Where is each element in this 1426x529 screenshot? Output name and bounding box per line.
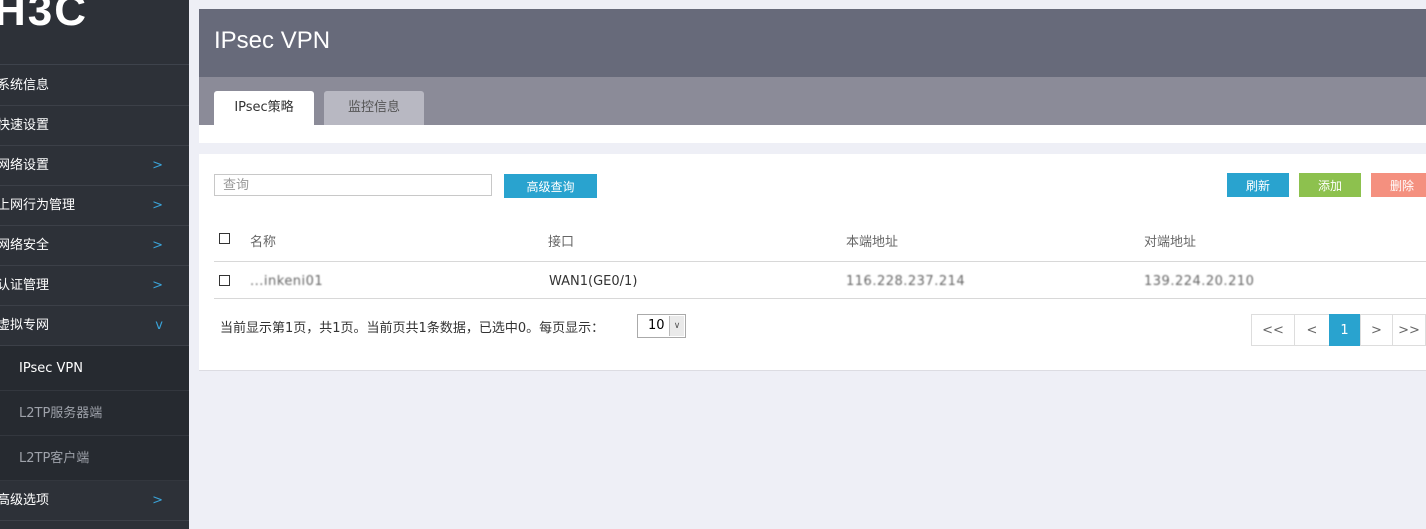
sidebar-subitem-label: L2TP服务器端 <box>19 406 103 421</box>
add-button[interactable]: 添加 <box>1299 173 1361 197</box>
sidebar-item-label: 网络设置 <box>0 158 50 173</box>
sidebar-subitem-l2tp-server[interactable]: L2TP服务器端 <box>0 391 189 436</box>
pagination-summary: 当前显示第1页，共1页。当前页共1条数据，已选中0。每页显示： <box>220 321 605 336</box>
prev-page-button[interactable]: < <box>1294 314 1330 346</box>
refresh-button[interactable]: 刷新 <box>1227 173 1289 197</box>
ipsec-policy-panel: 高级查询 刷新 添加 删除 名称 接口 本端地址 对端地址 ...inkeni0… <box>199 154 1426 371</box>
h3c-logo: H3C <box>0 0 89 35</box>
page-size-value: 10 <box>648 318 665 333</box>
sidebar-subitem-ipsec-vpn[interactable]: IPsec VPN <box>0 346 189 391</box>
next-page-button[interactable]: > <box>1360 314 1393 346</box>
chevron-down-icon: v <box>155 318 163 333</box>
column-header-local-address[interactable]: 本端地址 <box>846 231 898 250</box>
cell-name: ...inkeni01 <box>250 274 324 289</box>
column-header-peer-address[interactable]: 对端地址 <box>1144 231 1196 250</box>
sidebar-item-quick-setup[interactable]: 快速设置 <box>0 106 189 146</box>
search-input[interactable] <box>214 174 492 196</box>
chevron-right-icon: > <box>152 198 163 213</box>
page-size-select[interactable]: 10 ∨ <box>637 314 686 338</box>
chevron-right-icon: > <box>152 238 163 253</box>
advanced-query-button[interactable]: 高级查询 <box>504 174 597 198</box>
last-page-button[interactable]: >> <box>1392 314 1426 346</box>
table-header-divider <box>214 261 1426 262</box>
select-all-checkbox[interactable] <box>219 233 230 244</box>
cell-peer-address: 139.224.20.210 <box>1144 274 1255 289</box>
sidebar: H3C 系统信息 快速设置 网络设置 > 上网行为管理 > 网络安全 > 认证管… <box>0 0 189 529</box>
tab-monitor-info[interactable]: 监控信息 <box>324 91 424 125</box>
cell-local-address: 116.228.237.214 <box>846 274 966 289</box>
first-page-button[interactable]: << <box>1251 314 1295 346</box>
chevron-right-icon: > <box>152 278 163 293</box>
sidebar-item-label: 认证管理 <box>0 278 50 293</box>
sidebar-subitem-label: L2TP客户端 <box>19 451 90 466</box>
table-row-divider <box>214 298 1426 299</box>
column-header-name[interactable]: 名称 <box>250 231 276 250</box>
tab-content-strip <box>199 125 1426 143</box>
sidebar-item-advanced-options[interactable]: 高级选项 > <box>0 481 189 521</box>
page-header: IPsec VPN <box>199 9 1426 77</box>
sidebar-item-system-info[interactable]: 系统信息 <box>0 66 189 106</box>
chevron-right-icon: > <box>152 493 163 508</box>
logo-divider <box>0 64 189 65</box>
cell-interface: WAN1(GE0/1) <box>549 274 638 289</box>
chevron-right-icon: > <box>152 158 163 173</box>
chevron-down-icon: ∨ <box>669 316 684 336</box>
tab-bar: IPsec策略 监控信息 <box>199 77 1426 125</box>
sidebar-item-behavior-management[interactable]: 上网行为管理 > <box>0 186 189 226</box>
sidebar-item-label: 网络安全 <box>0 238 50 253</box>
sidebar-subitem-label: IPsec VPN <box>19 361 83 376</box>
sidebar-item-vpn[interactable]: 虚拟专网 v <box>0 306 189 346</box>
sidebar-item-label: 系统信息 <box>0 78 50 93</box>
sidebar-item-network-settings[interactable]: 网络设置 > <box>0 146 189 186</box>
sidebar-item-label: 虚拟专网 <box>0 318 50 333</box>
sidebar-item-auth-management[interactable]: 认证管理 > <box>0 266 189 306</box>
sidebar-item-network-security[interactable]: 网络安全 > <box>0 226 189 266</box>
column-header-interface[interactable]: 接口 <box>548 231 574 250</box>
sidebar-item-label: 高级选项 <box>0 493 50 508</box>
page-title: IPsec VPN <box>214 27 331 54</box>
sidebar-item-label: 上网行为管理 <box>0 198 76 213</box>
row-checkbox[interactable] <box>219 275 230 286</box>
tab-ipsec-policy[interactable]: IPsec策略 <box>214 91 314 125</box>
page-1-button[interactable]: 1 <box>1329 314 1360 346</box>
sidebar-item-label: 快速设置 <box>0 118 50 133</box>
sidebar-subitem-l2tp-client[interactable]: L2TP客户端 <box>0 436 189 481</box>
delete-button[interactable]: 删除 <box>1371 173 1426 197</box>
